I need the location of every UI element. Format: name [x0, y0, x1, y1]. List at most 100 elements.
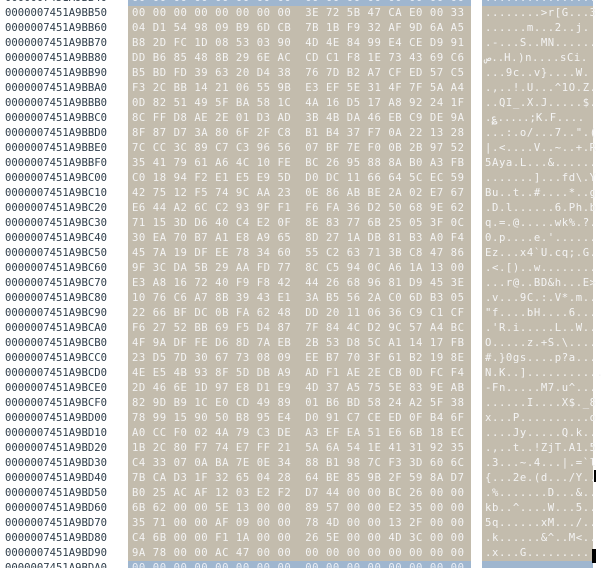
hex-row[interactable]: 0000007451A9BCF0 82 9D B9 1C E0 CD 49 89 … — [0, 396, 604, 411]
row-ascii-text[interactable]: .......]...fd\.Y — [485, 171, 597, 186]
hex-row[interactable]: 0000007451A9BD30 C4 33 07 0A BA 7E 0E 34 … — [0, 456, 604, 471]
row-ascii-text[interactable]: N.K..]........... — [485, 366, 604, 381]
row-hex-bytes[interactable]: 1B 2C 80 F7 74 E7 FF 21 5A 6A 54 1E 41 3… — [132, 441, 465, 456]
row-ascii-text[interactable]: q.=.@.....wk%.?. — [485, 216, 597, 231]
row-hex-bytes[interactable]: C4 33 07 0A BA 7E 0E 34 88 B1 98 7C F3 3… — [132, 456, 465, 471]
row-ascii-text[interactable]: kb..^....W...5.. — [485, 501, 597, 516]
row-hex-bytes[interactable]: 7C CC 3C 89 C7 C3 96 56 07 BF 7E F0 0B 2… — [132, 141, 465, 156]
row-hex-bytes[interactable]: 2D 46 6E 1D 97 E8 D1 E9 4D 37 A5 75 5E 8… — [132, 381, 465, 396]
row-ascii-text[interactable]: "f....bH....6... — [485, 306, 597, 321]
row-ascii-text[interactable]: .D.l......6.Ph.b — [485, 201, 597, 216]
row-hex-bytes[interactable]: DD B6 85 48 8B 29 6E AC CD C1 F8 1E 73 4… — [132, 51, 465, 66]
row-hex-bytes[interactable]: 00 00 00 00 00 00 00 00 00 00 00 00 00 0… — [132, 561, 465, 568]
hex-row[interactable]: 0000007451A9BD20 1B 2C 80 F7 74 E7 FF 21 … — [0, 441, 604, 456]
row-hex-bytes[interactable]: 4E E5 4B 93 8F 5D DB A9 AD F1 AE 2E CB 0… — [132, 366, 465, 381]
row-hex-bytes[interactable]: C0 18 94 F2 E1 E5 E9 5D D0 DC 11 66 64 5… — [132, 171, 465, 186]
row-hex-bytes[interactable]: 35 41 79 61 A6 4C 10 FE BC 26 95 88 8A B… — [132, 156, 465, 171]
row-hex-bytes[interactable]: 82 9D B9 1C E0 CD 49 89 01 B6 BD 58 24 A… — [132, 396, 465, 411]
row-ascii-text[interactable]: .k......&^..M<.. — [485, 531, 597, 546]
row-ascii-text[interactable]: ص..H.)n....sCi. — [485, 51, 588, 66]
row-ascii-text[interactable]: .,..t..!ZjT.A1.5 — [485, 441, 597, 456]
row-ascii-text[interactable]: 5q......xM.../.. — [485, 516, 597, 531]
hex-row[interactable]: 0000007451A9BBD0 8F 87 D7 3A 80 6F 2F C8 … — [0, 126, 604, 141]
hex-row[interactable]: 0000007451A9BC70 E3 A8 16 72 40 F9 F8 42 … — [0, 276, 604, 291]
hex-row[interactable]: 0000007451A9BC60 9F 3C DA 5B 29 AA FD 77 … — [0, 261, 604, 276]
hex-row[interactable]: 0000007451A9BBB0 0D 82 51 49 5F BA 58 1C … — [0, 96, 604, 111]
row-ascii-text[interactable]: -Fn.....M7.u^... — [485, 381, 597, 396]
row-ascii-text[interactable]: x...P..........o — [485, 411, 597, 426]
hex-row[interactable]: 0000007451A9BD00 78 99 15 90 50 B8 95 E4 … — [0, 411, 604, 426]
row-hex-bytes[interactable]: 00 00 00 00 00 00 00 00 3E 72 5B 47 CA E… — [132, 6, 465, 21]
hex-row[interactable]: 0000007451A9BCC0 23 D5 7D 30 67 73 08 09 … — [0, 351, 604, 366]
row-hex-bytes[interactable]: 6B 62 00 00 5E 13 00 00 89 57 00 00 E2 3… — [132, 501, 465, 516]
hex-dump-view[interactable]: 0000007451A9BB4000 00 00 00 00 00 00 00 … — [0, 0, 604, 568]
hex-row[interactable]: 0000007451A9BC30 71 15 3D D6 40 C4 E2 0F … — [0, 216, 604, 231]
hex-row[interactable]: 0000007451A9BB80 DD B6 85 48 8B 29 6E AC … — [0, 51, 604, 66]
row-hex-bytes[interactable]: 71 15 3D D6 40 C4 E2 0F 8E 83 77 6B 25 0… — [132, 216, 465, 231]
hex-row[interactable]: 0000007451A9BB60 04 D1 54 98 09 B9 6D CB … — [0, 21, 604, 36]
row-ascii-text[interactable]: .v...9C.:.V*.m.. — [485, 291, 597, 306]
row-ascii-text[interactable]: ...r@..BD&h...E> — [485, 276, 597, 291]
hex-row[interactable]: 0000007451A9BCA0 F6 27 52 BB 69 F5 D4 87 … — [0, 321, 604, 336]
hex-row[interactable]: 0000007451A9BC00 C0 18 94 F2 E1 E5 E9 5D … — [0, 171, 604, 186]
row-hex-bytes[interactable]: F6 27 52 BB 69 F5 D4 87 7F 84 4C D2 9C 5… — [132, 321, 465, 336]
row-ascii-text[interactable]: ...9c..v}....W. — [485, 66, 590, 81]
row-ascii-text[interactable]: .؏.....;K.F.... — [485, 111, 585, 126]
row-hex-bytes[interactable]: 0D 82 51 49 5F BA 58 1C 4A 16 D5 17 A8 9… — [132, 96, 465, 111]
row-hex-bytes[interactable]: 45 7A 19 DF EE 78 34 60 55 C2 63 71 3B C… — [132, 246, 465, 261]
row-hex-bytes[interactable]: 9F 3C DA 5B 29 AA FD 77 8C C5 94 0C A6 1… — [132, 261, 465, 276]
row-ascii-text[interactable]: {...2e.(d.../Y.. — [485, 471, 597, 486]
row-hex-bytes[interactable]: 8C FF D8 AE 2E 01 D3 AD 3B 4B DA 46 EB C… — [132, 111, 465, 126]
row-ascii-text[interactable]: .x...G.......... — [485, 546, 597, 561]
row-ascii-text[interactable]: O.....z.+S.\.... — [485, 336, 597, 351]
row-hex-bytes[interactable]: 10 76 C6 A7 8B 39 43 E1 3A B5 56 2A C0 6… — [132, 291, 465, 306]
row-hex-bytes[interactable]: 4F 9A DF FE D6 8D 7A EB 2B 53 D8 5C A1 1… — [132, 336, 465, 351]
hex-row[interactable]: 0000007451A9BD90 9A 78 00 00 AC 47 00 00 … — [0, 546, 604, 561]
hex-row[interactable]: 0000007451A9BCD0 4E E5 4B 93 8F 5D DB A9 … — [0, 366, 604, 381]
row-ascii-text[interactable]: ................ — [485, 561, 597, 568]
row-ascii-text[interactable]: .'R.i.....L..W.. — [485, 321, 597, 336]
row-hex-bytes[interactable]: 78 99 15 90 50 B8 95 E4 D0 91 C7 CE ED 0… — [132, 411, 465, 426]
row-ascii-text[interactable]: .,..!.U...^1O.Z. — [485, 81, 597, 96]
row-hex-bytes[interactable]: 9A 78 00 00 AC 47 00 00 00 00 00 00 00 0… — [132, 546, 465, 561]
row-ascii-text[interactable]: ......I....X$._8 — [485, 396, 597, 411]
row-ascii-text[interactable]: Bu..t..#....*..g — [485, 186, 597, 201]
hex-row[interactable]: 0000007451A9BD50 B0 25 AC AF 12 03 E2 F2 … — [0, 486, 604, 501]
row-hex-bytes[interactable]: 22 66 BF DC 0B FA 62 48 DD 20 11 06 36 C… — [132, 306, 465, 321]
hex-row[interactable]: 0000007451A9BD40 7B CA D3 1F 32 65 04 28 … — [0, 471, 604, 486]
row-hex-bytes[interactable]: B8 2D FC 1D 08 53 03 90 4D 4E 84 99 E4 C… — [132, 36, 465, 51]
hex-row[interactable]: 0000007451A9BD60 6B 62 00 00 5E 13 00 00 … — [0, 501, 604, 516]
row-ascii-text[interactable]: 0.p....e.'...... — [485, 231, 597, 246]
hex-row[interactable]: 0000007451A9BC90 22 66 BF DC 0B FA 62 48 … — [0, 306, 604, 321]
row-ascii-text[interactable]: |.<....V..~..+.R — [485, 141, 597, 156]
row-ascii-text[interactable]: .%.......D...&.. — [485, 486, 597, 501]
hex-row[interactable]: 0000007451A9BB70 B8 2D FC 1D 08 53 03 90 … — [0, 36, 604, 51]
hex-row[interactable]: 0000007451A9BC20 E6 44 A2 6C C2 93 9F F1 … — [0, 201, 604, 216]
hex-row[interactable]: 0000007451A9BD10 A0 CC F0 02 4A 79 C3 DE … — [0, 426, 604, 441]
row-hex-bytes[interactable]: 30 EA 70 B7 A1 E8 A9 65 8D 27 1A DB 81 B… — [132, 231, 465, 246]
hex-row[interactable]: 0000007451A9BCB0 4F 9A DF FE D6 8D 7A EB … — [0, 336, 604, 351]
hex-row[interactable]: 0000007451A9BBA0 F3 2C BB 14 21 06 55 9B … — [0, 81, 604, 96]
hex-row[interactable]: 0000007451A9BBC0 8C FF D8 AE 2E 01 D3 AD … — [0, 111, 604, 126]
hex-row[interactable]: 0000007451A9BB90 B5 BD FD 39 63 20 D4 38 … — [0, 66, 604, 81]
row-ascii-text[interactable]: ........>r[G...3 — [485, 6, 597, 21]
hex-row[interactable]: 0000007451A9BBE0 7C CC 3C 89 C7 C3 96 56 … — [0, 141, 604, 156]
row-hex-bytes[interactable]: E6 44 A2 6C C2 93 9F F1 F6 FA 36 D2 50 6… — [132, 201, 465, 216]
row-ascii-text[interactable]: #.}0gs....p?a... — [485, 351, 597, 366]
row-hex-bytes[interactable]: A0 CC F0 02 4A 79 C3 DE A3 EF EA 51 E6 6… — [132, 426, 465, 441]
row-ascii-text[interactable]: ..QI_.X.J.....$. — [485, 96, 597, 111]
hex-row[interactable]: 0000007451A9BDA0 00 00 00 00 00 00 00 00 … — [0, 561, 604, 568]
hex-row[interactable]: 0000007451A9BD70 35 71 00 00 AF 09 00 00 … — [0, 516, 604, 531]
row-hex-bytes[interactable]: E3 A8 16 72 40 F9 F8 42 44 26 68 96 81 D… — [132, 276, 465, 291]
hex-row[interactable]: 0000007451A9BCE0 2D 46 6E 1D 97 E8 D1 E9 … — [0, 381, 604, 396]
row-ascii-text[interactable]: .-...S..MN...... — [485, 36, 597, 51]
row-ascii-text[interactable]: ....Jy.....Q.k.. — [485, 426, 597, 441]
row-ascii-text[interactable]: .<.[)..w........ — [485, 261, 597, 276]
row-ascii-text[interactable]: ...:.o/...7..".( — [485, 126, 597, 141]
row-ascii-text[interactable]: 5Aya.L...&...... — [485, 156, 597, 171]
row-hex-bytes[interactable]: 8F 87 D7 3A 80 6F 2F C8 B1 B4 37 F7 0A 2… — [132, 126, 465, 141]
hex-row[interactable]: 0000007451A9BC80 10 76 C6 A7 8B 39 43 E1 … — [0, 291, 604, 306]
hex-row[interactable]: 0000007451A9BBF0 35 41 79 61 A6 4C 10 FE … — [0, 156, 604, 171]
row-hex-bytes[interactable]: 35 71 00 00 AF 09 00 00 78 4D 00 00 13 2… — [132, 516, 465, 531]
row-hex-bytes[interactable]: 23 D5 7D 30 67 73 08 09 EE B7 70 3F 61 B… — [132, 351, 465, 366]
